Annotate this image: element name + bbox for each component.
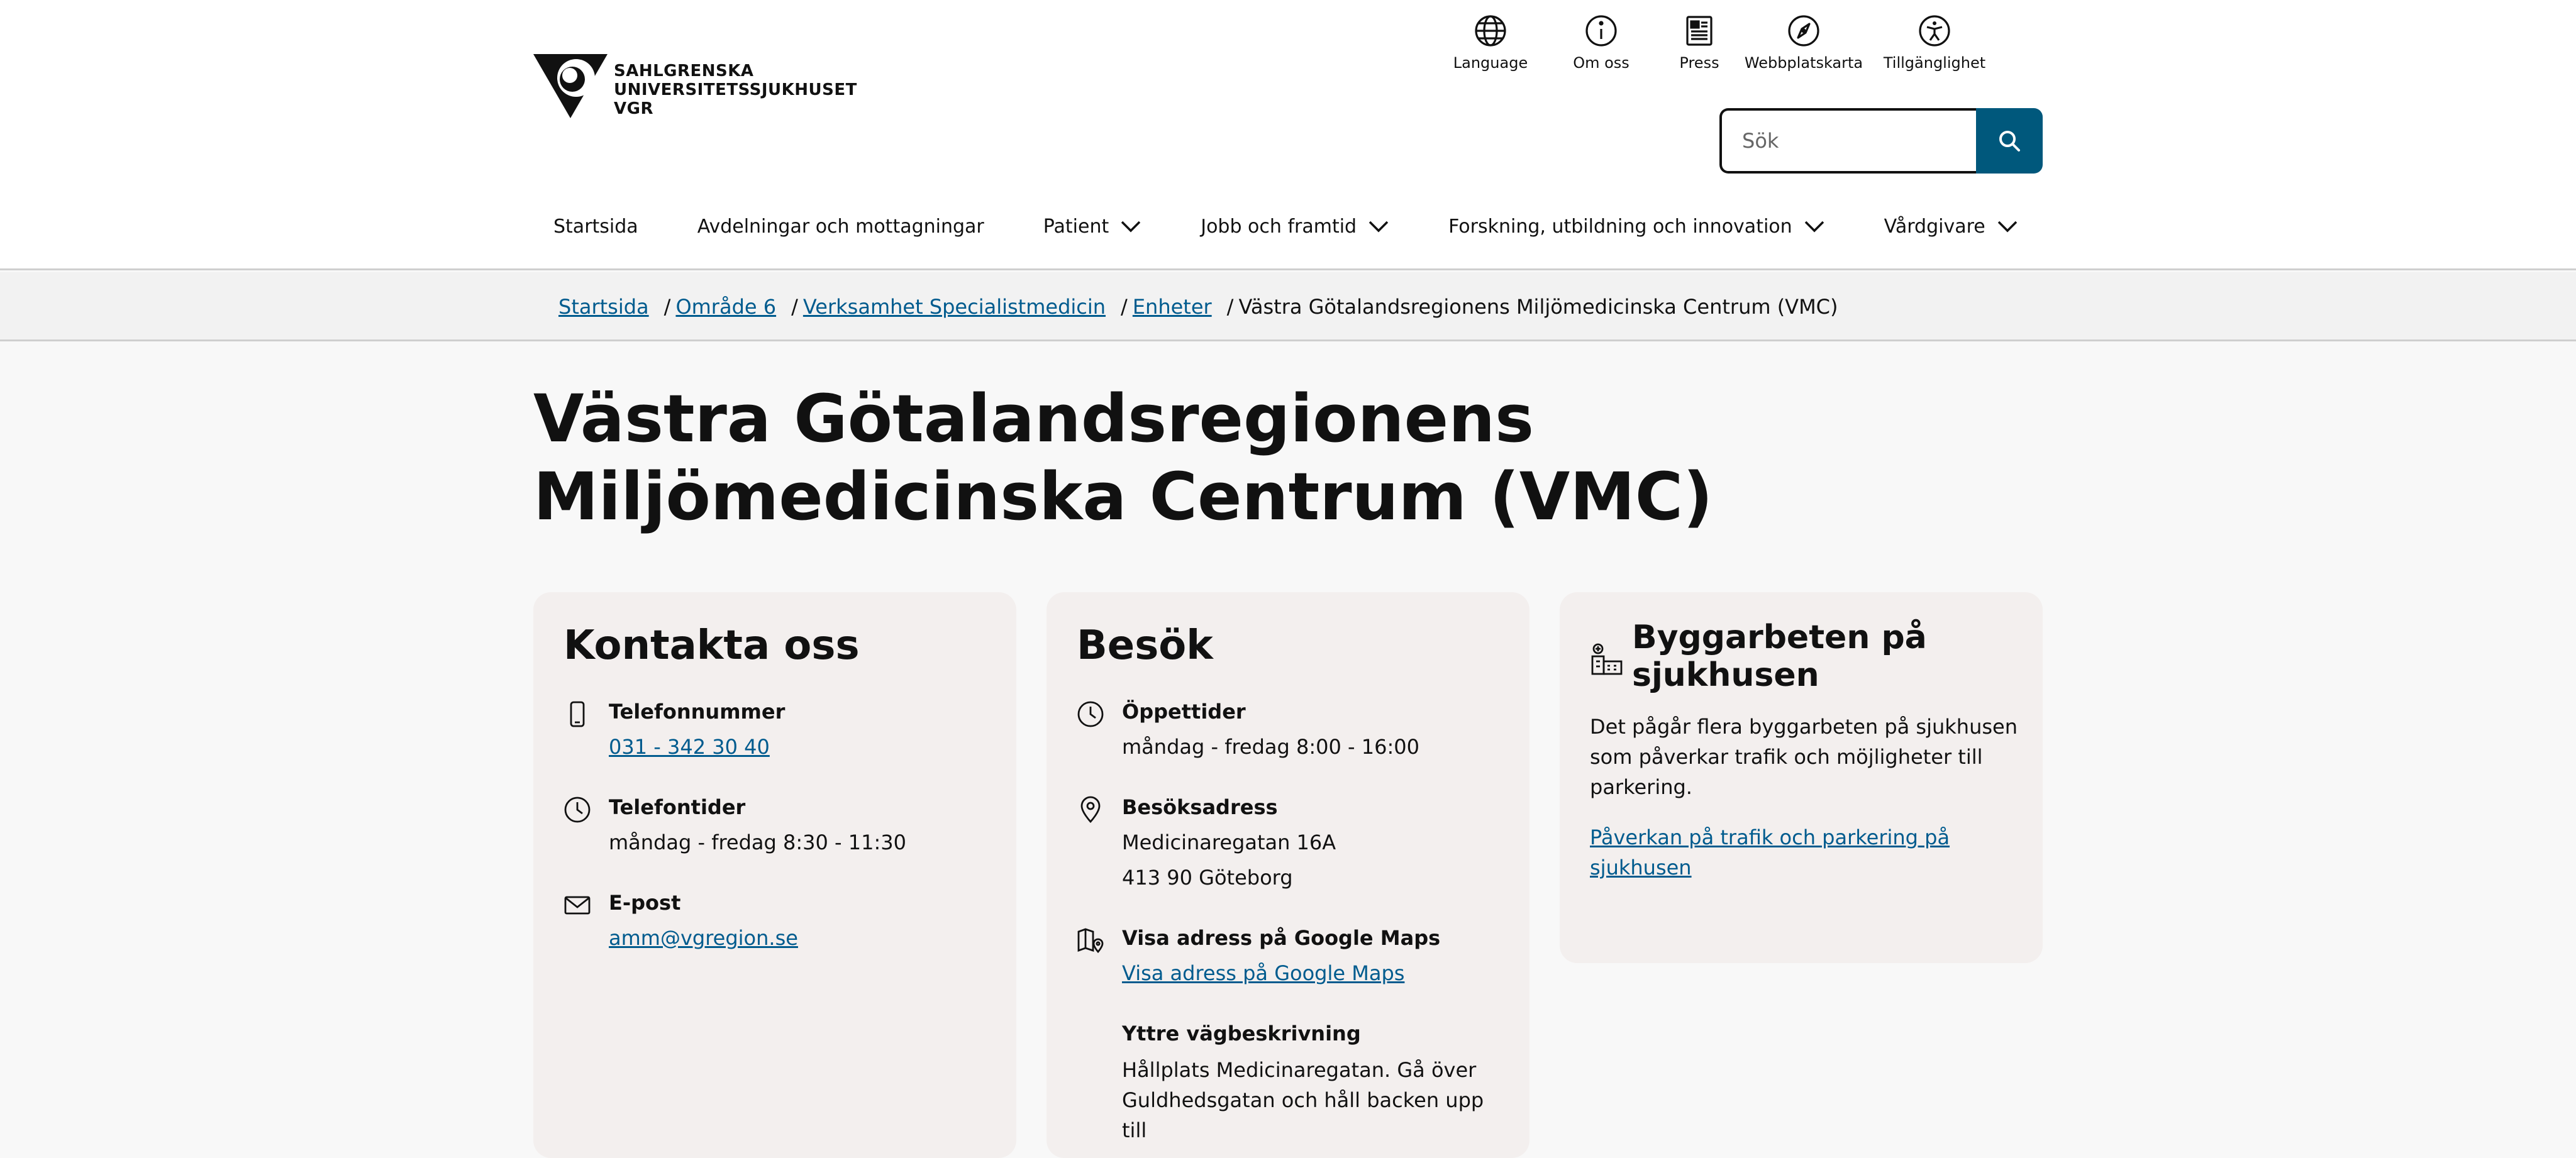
site-logo[interactable]: SAHLGRENSKA UNIVERSITETSSJUKHUSET VGR [533,54,857,119]
email-label: E-post [609,891,681,915]
phone-label: Telefonnummer [609,700,786,724]
search-button[interactable] [1976,108,2043,174]
construction-heading: Byggarbeten på sjukhusen [1632,619,1927,694]
page-title: Västra Götalandsregionens Miljömedicinsk… [533,380,1713,535]
search-icon [1999,131,2020,152]
accessibility-icon [1919,15,1950,47]
construction-link[interactable]: Påverkan på trafik och parkering på sjuk… [1590,822,1967,883]
mobile-phone-icon [570,701,585,727]
breadcrumb-bar: Startsida / Område 6 / Verksamhet Specia… [0,272,2576,341]
clock-icon [1077,701,1104,727]
chevron-down-icon [1121,221,1141,233]
globe-icon [1475,15,1506,47]
nav-item-avdelningar[interactable]: Avdelningar och mottagningar [677,207,1004,245]
breadcrumb-link-verksamhet[interactable]: Verksamhet Specialistmedicin [803,295,1106,319]
visit-card: Besök Öppettider måndag - fredag 8:00 - … [1046,592,1530,1158]
breadcrumb-separator: / [1226,295,1234,319]
nav-item-jobb[interactable]: Jobb och framtid [1180,207,1409,245]
visit-google-maps: Visa adress på Google Maps Visa adress p… [1077,924,1504,993]
contact-card: Kontakta oss Telefonnummer 031 - 342 30 … [533,592,1016,1158]
utility-sitemap-label: Webbplatskarta [1744,54,1863,72]
address-line-1: Medicinaregatan 16A [1122,830,1336,854]
contact-heading: Kontakta oss [564,622,860,669]
compass-icon [1788,15,1819,47]
contact-email: E-post amm@vgregion.se [564,889,991,958]
chevron-down-icon [1997,221,2017,233]
breadcrumb-separator: / [791,295,798,319]
breadcrumb-link-startsida[interactable]: Startsida [558,295,649,319]
phone-link[interactable]: 031 - 342 30 40 [609,733,770,761]
construction-card: Byggarbeten på sjukhusen Det pågår flera… [1560,592,2043,963]
contact-phone: Telefonnummer 031 - 342 30 40 [564,698,991,767]
contact-hours: Telefontider måndag - fredag 8:30 - 11:3… [564,793,991,863]
mail-icon [564,896,591,915]
search-form [1719,108,2043,174]
breadcrumb: Startsida / Område 6 / Verksamhet Specia… [558,272,1838,341]
address-label: Besöksadress [1122,795,1278,819]
google-maps-link[interactable]: Visa adress på Google Maps [1122,959,1404,987]
sahlgrenska-logo-icon [533,54,608,118]
nav-item-label: Forskning, utbildning och innovation [1448,215,1792,238]
map-pin-icon [1080,796,1101,824]
utility-press-label: Press [1679,54,1719,72]
nav-item-label: Startsida [553,215,638,238]
breadcrumb-current: Västra Götalandsregionens Miljömedicinsk… [1238,295,1838,319]
hours-label: Telefontider [609,795,746,819]
opening-hours-label: Öppettider [1122,700,1246,724]
site-header: SAHLGRENSKA UNIVERSITETSSJUKHUSET VGR La… [0,0,2576,270]
logo-line-1: SAHLGRENSKA [614,62,754,80]
logo-line-2: UNIVERSITETSSJUKHUSET [614,80,857,99]
utility-sitemap-link[interactable]: Webbplatskarta [1741,14,1867,77]
chevron-down-icon [1368,221,1389,233]
utility-language-label: Language [1453,54,1528,72]
info-icon [1585,15,1617,47]
main-nav: Startsida Avdelningar och mottagningar P… [533,207,2038,245]
search-input[interactable] [1719,108,1976,174]
newspaper-icon [1686,16,1713,46]
address-line-2: 413 90 Göteborg [1122,866,1293,890]
email-link[interactable]: amm@vgregion.se [609,924,798,952]
visit-opening-hours: Öppettider måndag - fredag 8:00 - 16:00 [1077,698,1504,767]
nav-item-patient[interactable]: Patient [1023,207,1162,245]
nav-item-forskning[interactable]: Forskning, utbildning och innovation [1428,207,1845,245]
logo-text: SAHLGRENSKA UNIVERSITETSSJUKHUSET VGR [614,62,857,118]
nav-item-vardgivare[interactable]: Vårdgivare [1864,207,2038,245]
utility-press-link[interactable]: Press [1662,14,1737,77]
hours-value: måndag - fredag 8:30 - 11:30 [609,830,906,854]
construction-text: Det pågår flera byggarbeten på sjukhusen… [1590,715,2018,799]
opening-hours-value: måndag - fredag 8:00 - 16:00 [1122,735,1419,759]
nav-item-label: Vårdgivare [1884,215,1985,238]
utility-accessibility-label: Tillgänglighet [1883,54,1986,72]
utility-about-label: Om oss [1573,54,1629,72]
google-maps-label: Visa adress på Google Maps [1122,926,1441,950]
directions-text: Hållplats Medicinaregatan. Gå över Guldh… [1122,1058,1484,1142]
visit-address: Besöksadress Medicinaregatan 16A 413 90 … [1077,793,1504,900]
nav-item-startsida[interactable]: Startsida [533,207,658,245]
directions-label: Yttre vägbeskrivning [1122,1022,1361,1045]
logo-line-3: VGR [614,99,653,118]
map-icon [1077,928,1104,954]
visit-heading: Besök [1077,622,1213,669]
utility-nav: Language Om oss Press Webbplatskarta Til… [1440,14,1997,77]
breadcrumb-link-enheter[interactable]: Enheter [1133,295,1212,319]
chevron-down-icon [1804,221,1824,233]
nav-item-label: Avdelningar och mottagningar [697,215,984,238]
utility-accessibility-link[interactable]: Tillgänglighet [1872,14,1997,77]
breadcrumb-separator: / [1121,295,1128,319]
breadcrumb-separator: / [663,295,671,319]
visit-directions: Yttre vägbeskrivning Hållplats Medicinar… [1077,1020,1504,1145]
nav-item-label: Patient [1043,215,1109,238]
hospital-building-icon [1591,643,1623,675]
breadcrumb-link-omrade[interactable]: Område 6 [675,295,776,319]
utility-about-link[interactable]: Om oss [1551,14,1652,77]
utility-language-link[interactable]: Language [1440,14,1541,77]
nav-item-label: Jobb och framtid [1201,215,1357,238]
clock-icon [564,797,591,823]
